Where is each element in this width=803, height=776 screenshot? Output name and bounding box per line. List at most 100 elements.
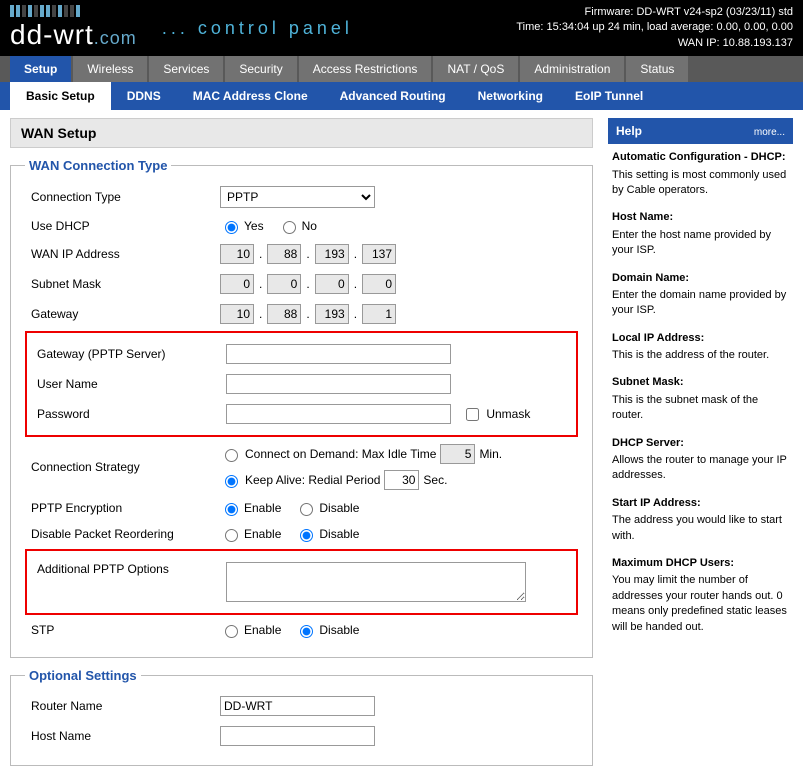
pptp-server-input[interactable] <box>226 344 451 364</box>
pptp-highlight-box: Gateway (PPTP Server) User Name Password… <box>25 331 578 437</box>
help-header: Help more... <box>608 118 793 144</box>
help-item-title: Host Name: <box>612 210 789 225</box>
help-item-desc: Allows the router to manage your IP addr… <box>612 454 787 481</box>
stp-label: STP <box>25 623 220 637</box>
subnet-3 <box>315 274 349 294</box>
no-label: No <box>302 219 317 233</box>
ka-label: Keep Alive: Redial Period <box>245 473 380 487</box>
wan-ip-3 <box>315 244 349 264</box>
logo-bars-icon <box>10 5 137 17</box>
help-item-desc: Enter the domain name provided by your I… <box>612 289 786 316</box>
help-item-title: Subnet Mask: <box>612 375 789 390</box>
password-input[interactable] <box>226 404 451 424</box>
use-dhcp-label: Use DHCP <box>25 219 220 233</box>
username-input[interactable] <box>226 374 451 394</box>
tab-setup[interactable]: Setup <box>10 56 71 82</box>
top-info: Firmware: DD-WRT v24-sp2 (03/23/11) std … <box>516 5 793 51</box>
help-item: Start IP Address:The address you would l… <box>612 496 789 544</box>
subtab-networking[interactable]: Networking <box>462 82 559 110</box>
subtab-advanced-routing[interactable]: Advanced Routing <box>324 82 462 110</box>
host-name-label: Host Name <box>25 729 220 743</box>
pptp-enc-label: PPTP Encryption <box>25 501 220 515</box>
stp-disable-radio[interactable] <box>300 625 313 638</box>
subnet-4 <box>362 274 396 294</box>
yes-label: Yes <box>244 219 264 233</box>
help-item-title: Automatic Configuration - DHCP: <box>612 150 789 165</box>
wan-legend: WAN Connection Type <box>25 158 171 173</box>
subtab-ddns[interactable]: DDNS <box>111 82 177 110</box>
tab-security[interactable]: Security <box>225 56 296 82</box>
help-item-desc: This is the subnet mask of the router. <box>612 394 758 421</box>
optional-legend: Optional Settings <box>25 668 141 683</box>
main-tabs: Setup Wireless Services Security Access … <box>0 56 803 82</box>
help-item-title: Start IP Address: <box>612 496 789 511</box>
router-name-label: Router Name <box>25 699 220 713</box>
tab-access-restrictions[interactable]: Access Restrictions <box>299 56 432 82</box>
tab-status[interactable]: Status <box>626 56 688 82</box>
addl-highlight-box: Additional PPTP Options <box>25 549 578 615</box>
cod-unit: Min. <box>479 447 502 461</box>
help-item-desc: Enter the host name provided by your ISP… <box>612 229 771 256</box>
password-label: Password <box>31 407 226 421</box>
help-panel: Help more... Automatic Configuration - D… <box>608 110 803 776</box>
dpr-disable-radio[interactable] <box>300 529 313 542</box>
help-item-title: Maximum DHCP Users: <box>612 556 789 571</box>
logo-text: dd-wrt.com <box>10 19 137 50</box>
addl-label: Additional PPTP Options <box>31 562 226 576</box>
gateway-1 <box>220 304 254 324</box>
help-item: Maximum DHCP Users: You may limit the num… <box>612 556 789 635</box>
pptp-enc-enable-radio[interactable] <box>225 503 238 516</box>
wan-ip-text: WAN IP: 10.88.193.137 <box>516 36 793 51</box>
tab-nat-qos[interactable]: NAT / QoS <box>433 56 518 82</box>
pptp-server-label: Gateway (PPTP Server) <box>31 347 226 361</box>
subnet-1 <box>220 274 254 294</box>
addl-options-textarea[interactable] <box>226 562 526 602</box>
help-item-title: Local IP Address: <box>612 331 789 346</box>
connect-on-demand-radio[interactable] <box>225 449 238 462</box>
help-item: Automatic Configuration - DHCP: This sett… <box>612 150 789 198</box>
main-panel: WAN Setup WAN Connection Type Connection… <box>0 110 593 776</box>
gateway-2 <box>267 304 301 324</box>
cod-label: Connect on Demand: Max Idle Time <box>245 447 436 461</box>
cod-value <box>440 444 475 464</box>
subnet-label: Subnet Mask <box>25 277 220 291</box>
use-dhcp-no-radio[interactable] <box>283 221 296 234</box>
help-item: Host Name: Enter the host name provided b… <box>612 210 789 258</box>
help-item: Subnet Mask: This is the subnet mask of t… <box>612 375 789 423</box>
help-title: Help <box>616 124 642 138</box>
help-item-desc: You may limit the number of addresses yo… <box>612 574 787 632</box>
dpr-enable-radio[interactable] <box>225 529 238 542</box>
pptp-enc-disable-radio[interactable] <box>300 503 313 516</box>
stp-enable-radio[interactable] <box>225 625 238 638</box>
page-title: WAN Setup <box>10 118 593 148</box>
router-name-input[interactable] <box>220 696 375 716</box>
help-body: Automatic Configuration - DHCP: This sett… <box>608 144 793 653</box>
header: dd-wrt.com ... control panel Firmware: D… <box>0 0 803 56</box>
help-item-title: DHCP Server: <box>612 436 789 451</box>
optional-fieldset: Optional Settings Router Name Host Name <box>10 668 593 766</box>
subtab-eoip-tunnel[interactable]: EoIP Tunnel <box>559 82 659 110</box>
logo-area: dd-wrt.com ... control panel <box>10 5 353 51</box>
wan-ip-4 <box>362 244 396 264</box>
wan-fieldset: WAN Connection Type Connection Type PPTP… <box>10 158 593 658</box>
wan-ip-2 <box>267 244 301 264</box>
wan-ip-1 <box>220 244 254 264</box>
username-label: User Name <box>31 377 226 391</box>
ka-value[interactable] <box>384 470 419 490</box>
tab-administration[interactable]: Administration <box>520 56 624 82</box>
unmask-checkbox[interactable] <box>466 408 479 421</box>
help-item: DHCP Server: Allows the router to manage … <box>612 436 789 484</box>
keep-alive-radio[interactable] <box>225 475 238 488</box>
tab-services[interactable]: Services <box>149 56 223 82</box>
subnet-2 <box>267 274 301 294</box>
host-name-input[interactable] <box>220 726 375 746</box>
subtab-mac-clone[interactable]: MAC Address Clone <box>177 82 324 110</box>
help-item-title: Domain Name: <box>612 271 789 286</box>
tab-wireless[interactable]: Wireless <box>73 56 147 82</box>
help-more-link[interactable]: more... <box>754 127 785 138</box>
ka-unit: Sec. <box>423 473 447 487</box>
connection-type-select[interactable]: PPTP <box>220 186 375 208</box>
use-dhcp-yes-radio[interactable] <box>225 221 238 234</box>
subtab-basic-setup[interactable]: Basic Setup <box>10 82 111 110</box>
help-item-desc: This setting is most commonly used by Ca… <box>612 169 786 196</box>
